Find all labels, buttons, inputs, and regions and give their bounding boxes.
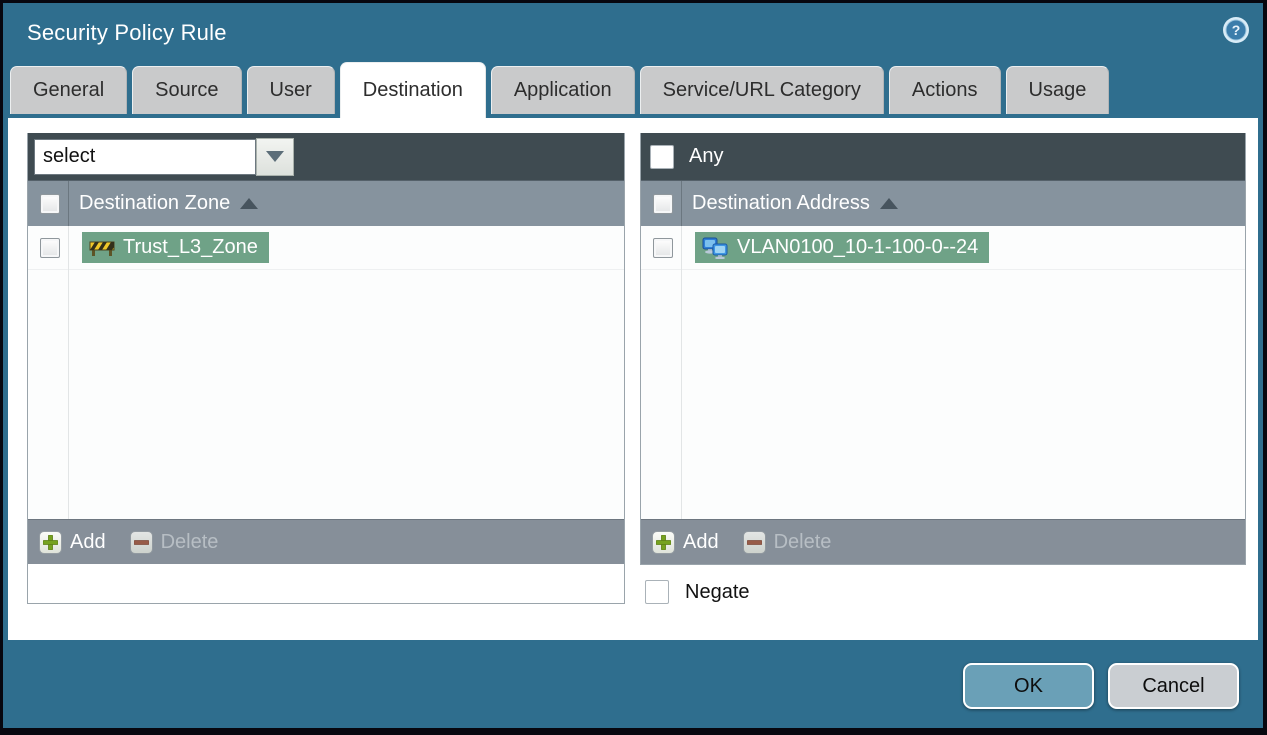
address-table-body: VLAN0100_10-1-100-0--24 <box>641 226 1245 519</box>
table-row[interactable]: Trust_L3_Zone <box>28 226 624 270</box>
add-zone-button[interactable]: Add <box>39 530 106 554</box>
tab-source[interactable]: Source <box>132 66 242 114</box>
zone-panel-toolbar <box>28 133 624 180</box>
tab-application[interactable]: Application <box>490 66 635 114</box>
ok-button[interactable]: OK <box>963 663 1094 709</box>
dialog-button-row: OK Cancel <box>963 663 1239 709</box>
help-icon[interactable]: ? <box>1222 16 1250 44</box>
table-row[interactable]: VLAN0100_10-1-100-0--24 <box>641 226 1245 270</box>
tab-bar: General Source User Destination Applicat… <box>3 62 1263 118</box>
zone-row-checkbox[interactable] <box>40 237 60 258</box>
negate-label: Negate <box>685 580 750 603</box>
address-column-header[interactable]: Destination Address <box>692 192 870 215</box>
destination-address-panel: Any Destination Address VLAN0100_10-1-10… <box>640 133 1246 565</box>
add-address-label: Add <box>683 530 719 553</box>
dialog-titlebar: Security Policy Rule ? <box>3 3 1263 62</box>
add-address-button[interactable]: Add <box>652 530 719 554</box>
address-icon <box>702 237 729 259</box>
zone-select-dropdown-button[interactable] <box>256 137 294 176</box>
address-panel-footer: Add Delete <box>641 519 1245 564</box>
dialog-title: Security Policy Rule <box>27 19 227 45</box>
chevron-down-icon <box>266 151 284 162</box>
address-column-header-row: Destination Address <box>641 180 1245 226</box>
security-policy-rule-dialog: Security Policy Rule ? General Source Us… <box>0 0 1267 735</box>
zone-value-chip[interactable]: Trust_L3_Zone <box>82 232 269 263</box>
zone-icon <box>89 238 115 258</box>
zone-column-header-row: Destination Zone <box>28 180 624 226</box>
sort-ascending-icon <box>879 198 898 209</box>
minus-icon <box>742 530 766 554</box>
tab-destination[interactable]: Destination <box>339 62 486 118</box>
address-value-label: VLAN0100_10-1-100-0--24 <box>737 236 979 258</box>
address-select-all-checkbox[interactable] <box>653 193 673 214</box>
delete-address-label: Delete <box>773 530 832 553</box>
zone-panel-footer: Add Delete <box>28 519 624 564</box>
zone-value-label: Trust_L3_Zone <box>123 236 258 258</box>
add-zone-label: Add <box>70 530 106 553</box>
zone-select-input[interactable] <box>34 138 256 175</box>
tab-service-url-category[interactable]: Service/URL Category <box>639 66 884 114</box>
delete-address-button[interactable]: Delete <box>742 530 832 554</box>
delete-zone-button[interactable]: Delete <box>129 530 219 554</box>
zone-select-all-checkbox[interactable] <box>40 193 60 214</box>
sort-ascending-icon <box>240 198 259 209</box>
negate-row: Negate <box>640 580 1246 604</box>
svg-text:?: ? <box>1232 22 1241 38</box>
negate-checkbox[interactable] <box>645 580 669 604</box>
zone-table-body: Trust_L3_Zone <box>28 226 624 519</box>
address-panel-toolbar: Any <box>641 133 1245 180</box>
dialog-content: Destination Zone <box>8 118 1258 640</box>
zone-column-header[interactable]: Destination Zone <box>79 192 230 215</box>
any-label: Any <box>689 145 724 167</box>
address-value-chip[interactable]: VLAN0100_10-1-100-0--24 <box>695 232 990 263</box>
tab-general[interactable]: General <box>10 66 128 114</box>
tab-actions[interactable]: Actions <box>888 66 1001 114</box>
tab-usage[interactable]: Usage <box>1005 66 1110 114</box>
cancel-button[interactable]: Cancel <box>1108 663 1239 709</box>
minus-icon <box>129 530 153 554</box>
delete-zone-label: Delete <box>160 530 219 553</box>
any-checkbox[interactable] <box>650 144 674 169</box>
plus-icon <box>39 530 62 554</box>
plus-icon <box>652 530 675 554</box>
destination-address-column: Any Destination Address VLAN0100_10-1-10… <box>640 133 1246 604</box>
tab-user[interactable]: User <box>246 66 335 114</box>
address-row-checkbox[interactable] <box>653 237 673 258</box>
destination-zone-panel: Destination Zone <box>27 133 625 604</box>
